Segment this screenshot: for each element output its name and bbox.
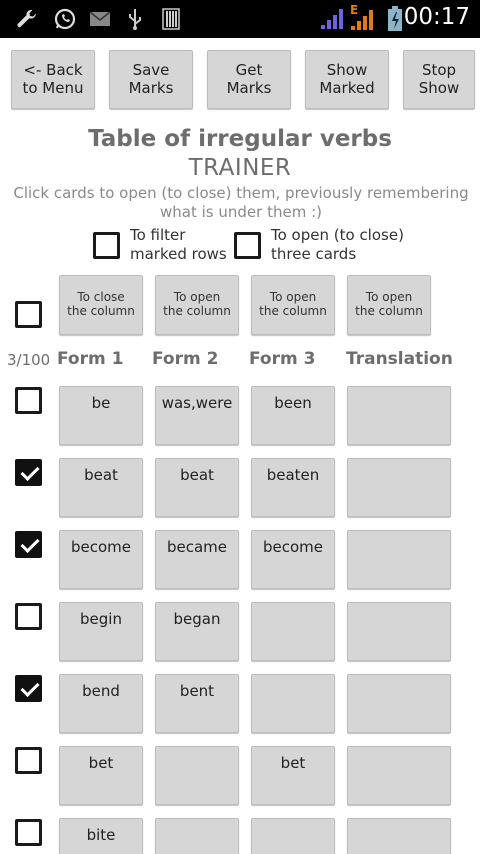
verb-card[interactable]: become [59,530,143,589]
row-mark-checkbox[interactable] [15,819,42,846]
filter-marked-label: To filter marked rows [130,226,227,263]
verb-card[interactable]: bite [59,818,143,854]
row-mark-checkbox[interactable] [15,675,42,702]
verb-card[interactable]: bent [155,674,239,733]
column-header-form3: Form 3 [249,349,316,369]
filter-marked-checkbox[interactable] [93,232,120,259]
verb-card[interactable] [251,674,335,733]
signal-icon [318,7,346,31]
clock: 00:17 [403,4,470,30]
page-subtitle: TRAINER [188,155,292,181]
get-marks-button[interactable]: Get Marks [207,50,291,109]
whatsapp-icon [52,7,78,31]
verb-card[interactable] [347,818,451,854]
column-header-form1: Form 1 [57,349,124,369]
select-all-checkbox[interactable] [15,301,42,328]
battery-icon [385,6,405,31]
verb-card[interactable] [347,602,451,661]
verb-card[interactable] [155,818,239,854]
verb-card[interactable]: bet [59,746,143,805]
row-mark-checkbox[interactable] [15,603,42,630]
open-three-cards-label: To open (to close) three cards [271,226,404,263]
verb-card[interactable]: beat [59,458,143,517]
column-header-form2: Form 2 [152,349,219,369]
network-type-label: E [350,3,359,17]
toggle-column-3-button[interactable]: To open the column [251,275,335,335]
verb-card[interactable]: became [155,530,239,589]
row-mark-checkbox[interactable] [15,387,42,414]
verb-card[interactable]: bet [251,746,335,805]
stop-show-button[interactable]: Stop Show [403,50,475,109]
verb-card[interactable]: be [59,386,143,445]
back-to-menu-button[interactable]: <- Back to Menu [11,50,95,109]
verb-card[interactable]: bend [59,674,143,733]
verb-card[interactable]: begin [59,602,143,661]
verb-card[interactable]: beat [155,458,239,517]
row-mark-checkbox[interactable] [15,459,42,486]
verb-card[interactable]: beaten [251,458,335,517]
verb-card[interactable] [347,530,451,589]
toggle-column-2-button[interactable]: To open the column [155,275,239,335]
verb-card[interactable]: began [155,602,239,661]
show-marked-button[interactable]: Show Marked [305,50,389,109]
verb-card[interactable] [347,386,451,445]
verb-card[interactable] [347,674,451,733]
open-three-cards-checkbox[interactable] [234,232,261,259]
status-bar: E 00:17 [0,0,480,38]
verb-card[interactable] [251,602,335,661]
barcode-icon [160,7,182,31]
page-title: Table of irregular verbs [88,126,392,152]
verb-card[interactable] [251,818,335,854]
row-mark-checkbox[interactable] [15,531,42,558]
verb-card[interactable]: become [251,530,335,589]
marked-counter: 3/100 [7,351,51,369]
column-header-translation: Translation [346,349,453,369]
wrench-icon [14,7,40,31]
verb-card[interactable] [347,746,451,805]
row-mark-checkbox[interactable] [15,747,42,774]
toggle-column-4-button[interactable]: To open the column [347,275,431,335]
instructions-text: Click cards to open (to close) them, pre… [13,184,469,221]
save-marks-button[interactable]: Save Marks [109,50,193,109]
verb-card[interactable] [155,746,239,805]
verb-card[interactable]: was,were [155,386,239,445]
mail-icon [88,7,112,31]
signal-e-icon: E [348,3,378,31]
verb-card[interactable]: been [251,386,335,445]
usb-icon [124,7,146,31]
verb-card[interactable] [347,458,451,517]
toggle-column-1-button[interactable]: To close the column [59,275,143,335]
